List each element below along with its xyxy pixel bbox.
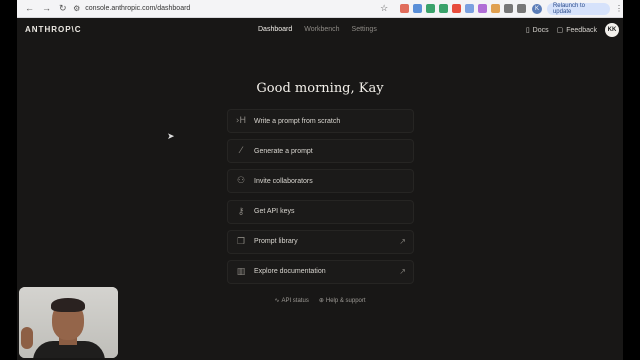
action-write-prompt[interactable]: ›H Write a prompt from scratch bbox=[227, 109, 414, 133]
forward-icon[interactable]: → bbox=[42, 4, 51, 13]
chat-bubble-icon: ▢ bbox=[556, 27, 564, 34]
action-label: Explore documentation bbox=[254, 268, 326, 276]
action-label: Prompt library bbox=[254, 238, 298, 246]
browser-menu-icon[interactable]: ⋮ bbox=[615, 4, 623, 13]
url-text: console.anthropic.com/dashboard bbox=[85, 5, 191, 12]
extension-icon[interactable] bbox=[478, 4, 488, 13]
anthropic-logo[interactable]: ANTHROP\C bbox=[25, 25, 82, 34]
user-avatar[interactable]: KK bbox=[605, 23, 619, 37]
browser-profile-avatar[interactable]: K bbox=[532, 3, 542, 14]
webcam-overlay bbox=[19, 287, 118, 358]
magic-wand-icon: ⁄ bbox=[240, 146, 242, 157]
extension-icon[interactable] bbox=[491, 4, 501, 13]
feedback-label: Feedback bbox=[566, 26, 597, 34]
tab-dashboard[interactable]: Dashboard bbox=[258, 26, 292, 33]
action-invite-collaborators[interactable]: ⚇ Invite collaborators bbox=[227, 169, 414, 194]
api-status-label: API status bbox=[281, 297, 309, 304]
extensions bbox=[400, 4, 527, 13]
tab-settings[interactable]: Settings bbox=[352, 26, 377, 33]
library-icon: ❐ bbox=[236, 236, 246, 247]
bookmark-star-icon[interactable]: ☆ bbox=[380, 3, 388, 14]
extension-icon[interactable] bbox=[439, 4, 449, 13]
help-support-label: Help & support bbox=[325, 297, 366, 304]
tab-workbench[interactable]: Workbench bbox=[304, 26, 339, 33]
extension-icon[interactable] bbox=[426, 4, 436, 13]
external-link-icon: ↗ bbox=[399, 266, 406, 276]
action-generate-prompt[interactable]: ⁄ Generate a prompt bbox=[227, 139, 414, 164]
prompt-icon: ›H bbox=[235, 116, 247, 126]
extension-icon[interactable] bbox=[465, 4, 475, 13]
feedback-button[interactable]: ▢ Feedback bbox=[556, 26, 597, 35]
docs-link[interactable]: ▯ Docs bbox=[525, 26, 549, 35]
people-icon: ⚇ bbox=[236, 176, 246, 187]
extension-icon[interactable] bbox=[517, 4, 527, 13]
extension-icon[interactable] bbox=[413, 4, 423, 13]
action-prompt-library[interactable]: ❐ Prompt library ↗ bbox=[227, 229, 414, 254]
webcam-person-hand bbox=[21, 327, 33, 349]
document-icon: ▯ bbox=[525, 27, 530, 34]
external-link-icon: ↗ bbox=[399, 236, 406, 246]
mouse-cursor-icon: ➤ bbox=[167, 131, 175, 141]
back-icon[interactable]: ← bbox=[25, 4, 34, 13]
relaunch-button[interactable]: Relaunch to update bbox=[546, 2, 610, 15]
header-actions: ▯ Docs ▢ Feedback KK bbox=[526, 23, 619, 37]
action-get-api-keys[interactable]: ⚷ Get API keys bbox=[227, 199, 414, 224]
api-status-link[interactable]: ∿ API status bbox=[274, 297, 309, 305]
reload-icon[interactable]: ↻ bbox=[59, 4, 67, 13]
help-support-link[interactable]: ⊕ Help & support bbox=[318, 297, 366, 305]
action-label: Get API keys bbox=[254, 208, 295, 216]
docs-label: Docs bbox=[532, 26, 549, 34]
action-label: Invite collaborators bbox=[254, 177, 313, 185]
site-settings-icon[interactable]: ⚙ bbox=[73, 4, 80, 13]
action-label: Generate a prompt bbox=[254, 147, 313, 155]
relaunch-label: Relaunch to update bbox=[552, 2, 585, 15]
pulse-icon: ∿ bbox=[274, 298, 280, 304]
address-bar[interactable]: ⚙ console.anthropic.com/dashboard bbox=[71, 2, 375, 15]
browser-toolbar: ← → ↻ ⚙ console.anthropic.com/dashboard … bbox=[17, 0, 623, 18]
main-tabs: Dashboard Workbench Settings bbox=[258, 26, 377, 33]
book-icon: ▥ bbox=[236, 266, 246, 277]
action-list: ›H Write a prompt from scratch ⁄ Generat… bbox=[227, 109, 414, 290]
webcam-person-hair bbox=[51, 298, 85, 312]
browser-nav: ← → ↻ bbox=[17, 4, 71, 13]
extension-icon[interactable] bbox=[400, 4, 410, 13]
top-nav: ANTHROP\C Dashboard Workbench Settings ▯… bbox=[17, 18, 623, 42]
extension-icon[interactable] bbox=[452, 4, 462, 13]
key-icon: ⚷ bbox=[237, 206, 245, 217]
greeting-heading: Good morning, Kay bbox=[256, 81, 384, 96]
action-label: Write a prompt from scratch bbox=[254, 117, 341, 125]
action-explore-documentation[interactable]: ▥ Explore documentation ↗ bbox=[227, 259, 414, 284]
extension-icon[interactable] bbox=[504, 4, 514, 13]
help-icon: ⊕ bbox=[318, 298, 324, 304]
